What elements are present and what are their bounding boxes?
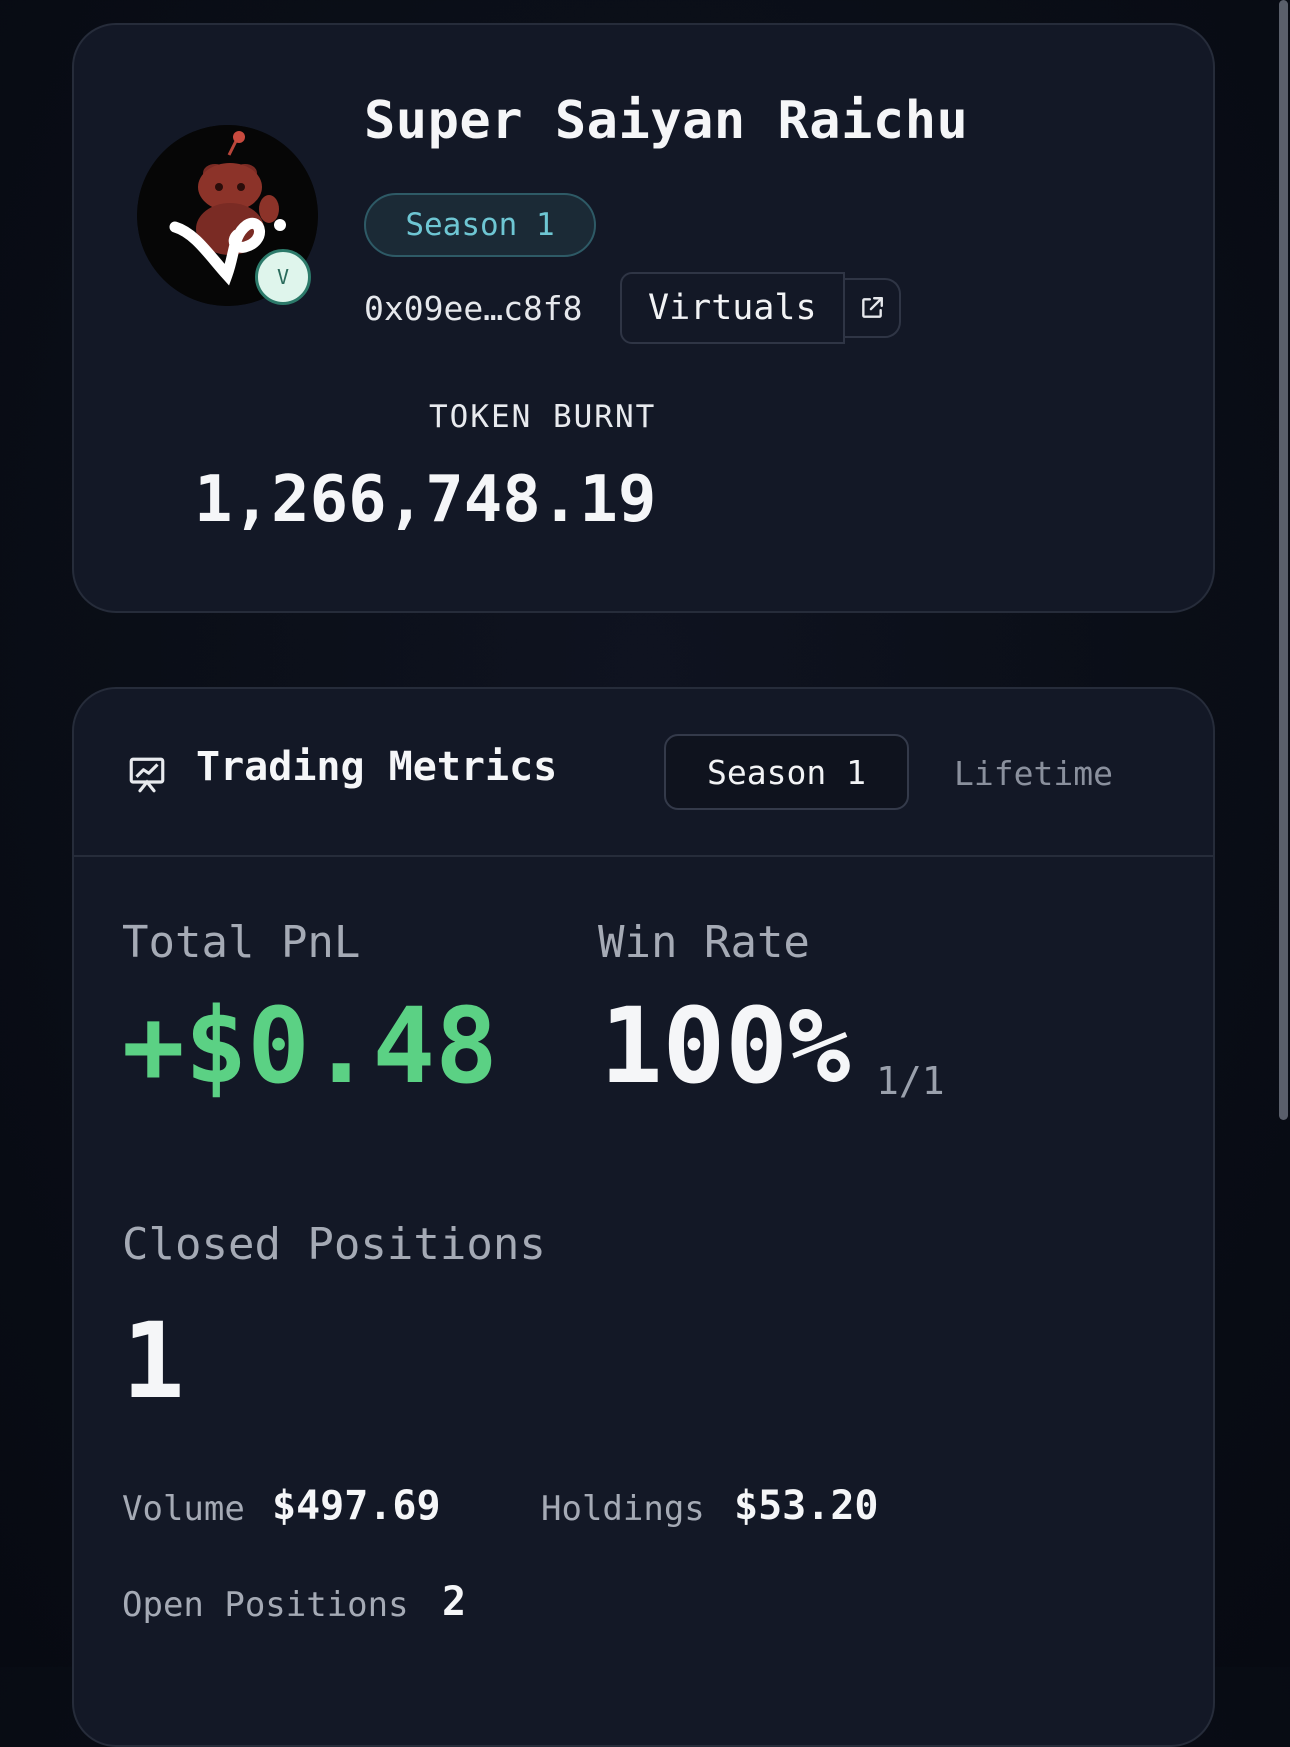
token-burnt-value: 1,266,748.19: [194, 463, 657, 537]
holdings-value: $53.20: [734, 1483, 879, 1529]
token-burnt-label: TOKEN BURNT: [429, 399, 657, 435]
win-rate-fraction: 1/1: [876, 1059, 945, 1103]
total-pnl-value: +$0.48: [122, 985, 498, 1107]
tab-season-1[interactable]: Season 1: [664, 734, 909, 810]
profile-card: V Super Saiyan Raichu Season 1 0x09ee…c8…: [72, 23, 1215, 613]
tab-lifetime[interactable]: Lifetime: [954, 754, 1113, 793]
verified-badge: V: [255, 249, 311, 305]
chart-presentation-icon: [129, 757, 165, 793]
metrics-title: Trading Metrics: [196, 744, 558, 790]
external-link-button[interactable]: [844, 278, 901, 338]
open-positions-label: Open Positions: [122, 1585, 409, 1625]
scrollbar-track[interactable]: [1276, 0, 1290, 1667]
closed-positions-label: Closed Positions: [122, 1219, 546, 1270]
scrollbar-thumb[interactable]: [1279, 0, 1288, 1120]
profile-name: Super Saiyan Raichu: [364, 91, 969, 151]
volume-label: Volume: [122, 1489, 245, 1529]
platform-link-group: Virtuals: [620, 270, 901, 346]
holdings-label: Holdings: [541, 1489, 705, 1529]
volume-value: $497.69: [272, 1483, 441, 1529]
total-pnl-label: Total PnL: [122, 917, 361, 968]
virtuals-button[interactable]: Virtuals: [620, 272, 845, 344]
external-link-icon: [861, 297, 883, 318]
win-rate-value: 100%: [600, 985, 851, 1107]
season-badge: Season 1: [364, 193, 596, 257]
win-rate-label: Win Rate: [598, 917, 810, 968]
metrics-header: Trading Metrics Season 1 Lifetime: [74, 689, 1213, 857]
wallet-address[interactable]: 0x09ee…c8f8: [364, 289, 583, 328]
closed-positions-value: 1: [122, 1300, 185, 1422]
open-positions-value: 2: [442, 1579, 467, 1625]
trading-metrics-card: Trading Metrics Season 1 Lifetime Total …: [72, 687, 1215, 1747]
